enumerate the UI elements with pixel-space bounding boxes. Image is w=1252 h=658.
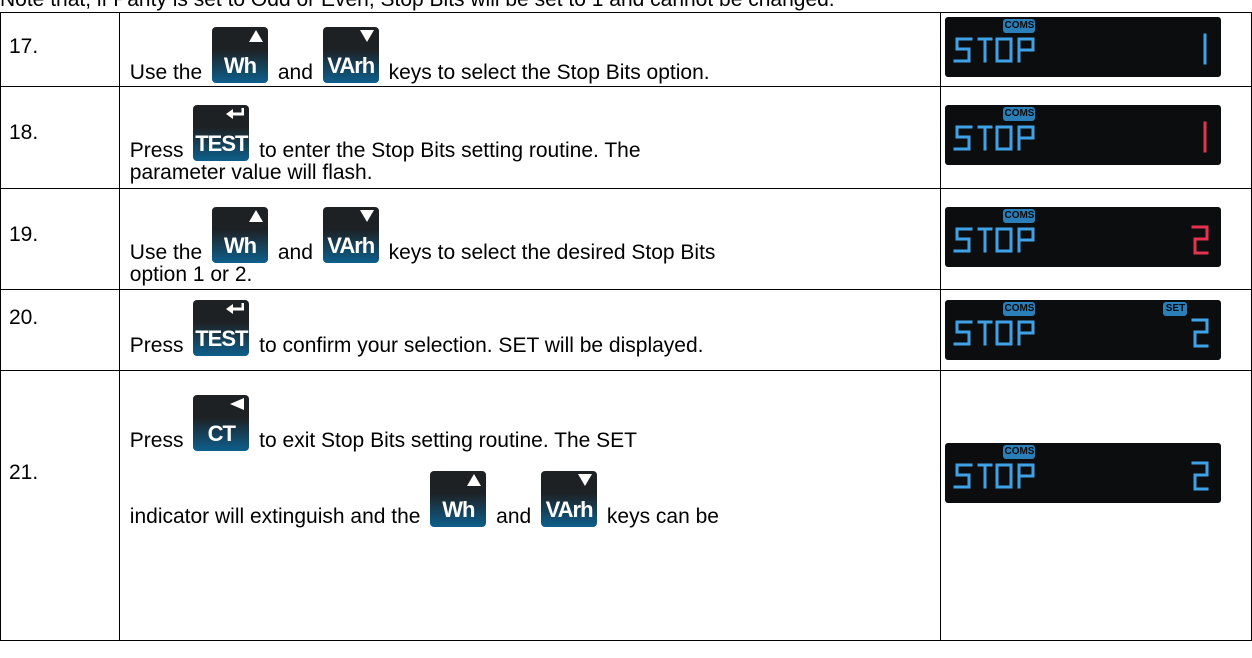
step-text: Press (129, 429, 184, 452)
step-text: and (496, 505, 532, 528)
lcd-display: COMS (945, 443, 1222, 503)
step-number: 18. (9, 121, 39, 144)
segment-p (1017, 227, 1035, 253)
segment-s (953, 227, 973, 253)
step-text: Press (129, 334, 184, 357)
value-digit (1191, 461, 1209, 491)
lcd-display: COMS (945, 105, 1222, 165)
step-number: 17. (9, 35, 39, 58)
segment-o (995, 227, 1013, 253)
step-text: keys to select the Stop Bits option. (388, 61, 710, 84)
stop-word-display (953, 318, 1209, 348)
segment-s (953, 463, 973, 489)
stop-word-display (953, 121, 1207, 153)
step-number: 21. (9, 461, 39, 484)
lcd-display: COMS (945, 17, 1222, 77)
step-description: Press CT to exit Stop Bits setting routi… (118, 370, 942, 641)
table-row: 20. Press TEST to confirm your selection… (0, 289, 1252, 371)
step-description: Use the Wh and VArh keys to select the d… (118, 188, 942, 290)
wh-up-key-icon: Wh (212, 27, 269, 83)
step-number-cell: 21. (0, 370, 120, 641)
display-cell: COMS (940, 188, 1252, 290)
varh-down-key-icon: VArh (322, 27, 379, 83)
step-text: keys to select the desired Stop Bits (388, 241, 716, 264)
segment-t (977, 37, 993, 63)
step-number-cell: 17. (0, 12, 120, 87)
segment-t (977, 320, 993, 346)
stop-word-display (953, 225, 1209, 255)
segment-p (1017, 463, 1035, 489)
lcd-display: COMS (945, 207, 1222, 267)
step-text: Use the (129, 61, 203, 84)
segment-t (977, 227, 993, 253)
step-text: to enter the Stop Bits setting routine. … (259, 139, 641, 162)
segment-o (995, 463, 1013, 489)
step-text: to confirm your selection. SET will be d… (259, 334, 704, 357)
step-description: Press TEST to enter the Stop Bits settin… (118, 86, 942, 189)
value-digit (1191, 318, 1209, 348)
segment-o (995, 125, 1013, 151)
segment-s (953, 125, 973, 151)
steps-table: 17. Use the Wh and VArh keys to select t… (0, 12, 1252, 641)
varh-down-key-icon: VArh (322, 207, 379, 263)
display-cell: COMS (940, 86, 1252, 189)
table-row: 21. Press CT to exit Stop Bits setting r… (0, 370, 1252, 641)
table-row: 17. Use the Wh and VArh keys to select t… (0, 12, 1252, 87)
ct-back-key-icon: CT (193, 395, 250, 451)
note-text: Note that, if Parity is set to Odd or Ev… (0, 0, 835, 12)
stop-word-display (953, 461, 1209, 491)
wh-up-key-icon: Wh (430, 471, 487, 527)
display-cell: COMS (940, 370, 1252, 641)
step-number: 19. (9, 223, 39, 246)
segment-t (977, 125, 993, 151)
step-number-cell: 19. (0, 188, 120, 290)
step-text: option 1 or 2. (129, 263, 253, 286)
step-text: Press (129, 139, 184, 162)
table-row: 19. Use the Wh and VArh keys to select t… (0, 188, 1252, 290)
step-text: and (277, 241, 313, 264)
display-cell: COMS SET (940, 289, 1252, 371)
value-digit (1191, 225, 1209, 255)
segment-p (1017, 37, 1035, 63)
test-enter-key-icon: TEST (193, 105, 250, 161)
test-enter-key-icon: TEST (193, 300, 250, 356)
step-text: parameter value will flash. (129, 161, 373, 184)
segment-o (995, 320, 1013, 346)
display-cell: COMS (940, 12, 1252, 87)
segment-p (1017, 125, 1035, 151)
segment-s (953, 320, 973, 346)
step-number: 20. (9, 306, 39, 329)
step-description: Press TEST to confirm your selection. SE… (118, 289, 942, 371)
step-description: Use the Wh and VArh keys to select the S… (118, 12, 942, 87)
step-number-cell: 20. (0, 289, 120, 371)
segment-t (977, 463, 993, 489)
stop-word-display (953, 33, 1207, 65)
step-number-cell: 18. (0, 86, 120, 189)
wh-up-key-icon: Wh (212, 207, 269, 263)
step-text: indicator will extinguish and the (129, 505, 421, 528)
segment-s (953, 37, 973, 63)
varh-down-key-icon: VArh (541, 471, 598, 527)
step-text: and (277, 61, 313, 84)
table-row: 18. Press TEST to enter the Stop Bits se… (0, 86, 1252, 189)
step-text: Use the (129, 241, 203, 264)
segment-o (995, 37, 1013, 63)
step-text: to exit Stop Bits setting routine. The S… (259, 429, 637, 452)
step-text: keys can be (606, 505, 719, 528)
segment-p (1017, 320, 1035, 346)
lcd-display: COMS SET (945, 300, 1222, 360)
